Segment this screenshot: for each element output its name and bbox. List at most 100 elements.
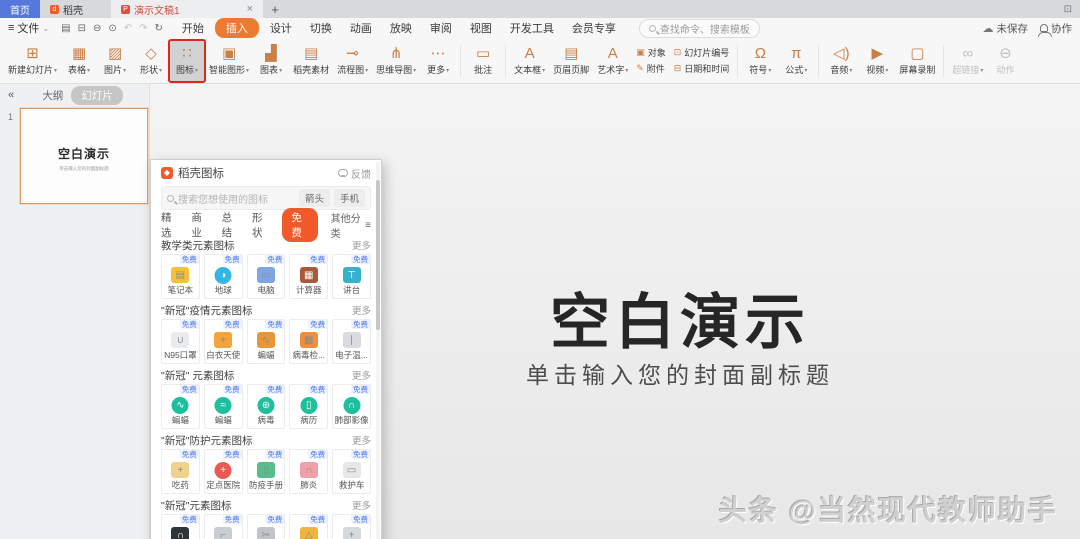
icon-cell[interactable]: 免费⌐体温计	[203, 514, 243, 539]
ribbon-tab-8[interactable]: 开发工具	[503, 19, 561, 37]
category-other[interactable]: 其他分类 ≡	[331, 210, 371, 240]
slide-title-text[interactable]: 空白演示	[400, 274, 960, 361]
save-icon[interactable]: ▤	[61, 23, 70, 34]
more-link[interactable]: 更多	[352, 368, 371, 382]
ribbon-tab-6[interactable]: 审阅	[423, 19, 459, 37]
toolbar-item-date-time[interactable]: ⊟ 日期和时间	[674, 62, 730, 75]
ribbon-tab-0[interactable]: 开始	[175, 19, 211, 37]
toolbar-item-slide-number[interactable]: ⊡ 幻灯片编号	[674, 46, 730, 59]
search-tag-0[interactable]: 箭头	[298, 189, 330, 207]
icon-cell[interactable]: 免费+医护人员	[332, 514, 371, 539]
icon-search-box[interactable]: 搜索您想使用的图标 箭头 手机	[161, 186, 371, 210]
toolbar-item-chart[interactable]: ▟ 图表▾	[253, 40, 289, 82]
icon-cell[interactable]: 免费 ∪ N95口罩	[161, 319, 200, 364]
icon-cell[interactable]: 免费∩X光片	[161, 514, 200, 539]
toolbar-item-screen-record[interactable]: ▢ 屏幕录制	[895, 40, 939, 82]
icon-cell[interactable]: 免费 ▭ 电脑	[246, 254, 286, 299]
preview-icon[interactable]: ⊙	[108, 23, 116, 34]
tab-home[interactable]: 首页	[0, 0, 40, 18]
ribbon-tab-7[interactable]: 视图	[463, 19, 499, 37]
icon-cell[interactable]: 免费 ⊕ 病毒	[246, 384, 286, 429]
ribbon-tab-2[interactable]: 设计	[263, 19, 299, 37]
undo-icon[interactable]: ↶	[124, 23, 132, 34]
ribbon-tab-4[interactable]: 动画	[343, 19, 379, 37]
redo-icon[interactable]: ↷	[139, 23, 147, 34]
category-0[interactable]: 精选	[161, 210, 178, 240]
collaborate-button[interactable]: 协作	[1038, 21, 1072, 37]
icon-cell[interactable]: 免费 ∿ 蝙蝠	[246, 319, 286, 364]
collapse-sidebar-icon[interactable]: «	[8, 89, 14, 101]
tab-docer[interactable]: d 稻壳	[40, 0, 93, 18]
print-icon[interactable]: ⊟	[78, 23, 86, 34]
save-status[interactable]: ☁ 未保存	[983, 21, 1029, 36]
slide-thumbnail[interactable]: 空白演示 单击输入您的封面副标题	[20, 108, 148, 204]
toolbar-item-table[interactable]: ▦ 表格▾	[61, 40, 97, 82]
more-link[interactable]: 更多	[352, 433, 371, 447]
slide-subtitle-text[interactable]: 单击输入您的封面副标题	[400, 356, 960, 390]
toolbar-item-more[interactable]: ⋯ 更多▾	[420, 40, 456, 82]
file-menu-button[interactable]: ≡ 文件 ⌄	[8, 20, 49, 36]
toolbar-item-video[interactable]: ▶ 视频▾	[859, 40, 895, 82]
panel-scrollbar[interactable]	[376, 162, 380, 539]
export-icon[interactable]: ⊖	[93, 23, 101, 34]
toolbar-item-flowchart[interactable]: ⊸ 流程图▾	[333, 40, 372, 82]
icon-cell[interactable]: 免费 ▭ 救护车	[332, 449, 371, 494]
toolbar-item-new-slide[interactable]: ⊞ 新建幻灯片▾	[4, 40, 61, 82]
icon-cell[interactable]: 免费 ≈ 蝙蝠	[203, 384, 243, 429]
search-tag-1[interactable]: 手机	[333, 189, 365, 207]
toolbar-item-object[interactable]: ▣ 对象	[636, 46, 666, 59]
icon-cell[interactable]: 免费 ▦ 计算器	[289, 254, 329, 299]
more-link[interactable]: 更多	[352, 238, 371, 252]
icon-cell[interactable]: 免费△医学实验	[289, 514, 329, 539]
ribbon-tab-9[interactable]: 会员专享	[565, 19, 623, 37]
toolbar-item-formula[interactable]: π 公式▾	[778, 40, 814, 82]
ribbon-tab-1[interactable]: 插入	[214, 18, 259, 38]
toolbar-item-action[interactable]: ⊖ 动作	[987, 40, 1023, 82]
toolbar-item-mindmap[interactable]: ⋔ 思维导图▾	[372, 40, 420, 82]
more-link[interactable]: 更多	[352, 498, 371, 512]
scrollbar-thumb[interactable]	[376, 180, 380, 330]
category-1[interactable]: 商业	[191, 210, 208, 240]
icon-cell[interactable]: 免费 ◑ 地球	[203, 254, 243, 299]
ribbon-tab-5[interactable]: 放映	[383, 19, 419, 37]
window-controls-icon[interactable]: ⊡	[1064, 0, 1072, 18]
icon-cell[interactable]: 免费✂剪刀	[246, 514, 286, 539]
new-tab-button[interactable]: +	[263, 0, 287, 18]
close-tab-icon[interactable]: ×	[247, 3, 253, 15]
toolbar-item-attachment[interactable]: ✎ 附件	[636, 62, 666, 75]
category-3[interactable]: 形状	[252, 210, 269, 240]
category-2[interactable]: 总结	[222, 210, 239, 240]
tab-slides[interactable]: 幻灯片	[71, 85, 123, 105]
category-4[interactable]: 免费	[282, 208, 318, 242]
icon-cell[interactable]: 免费 ▯ 防疫手册	[246, 449, 286, 494]
icon-cell[interactable]: 免费 ∿ 蝙蝠	[161, 384, 200, 429]
toolbar-item-symbol[interactable]: Ω 符号▾	[742, 40, 778, 82]
toolbar-item-textbox[interactable]: A 文本框▾	[510, 40, 549, 82]
icon-cell[interactable]: 免费 ∩ 肺部影像	[332, 384, 371, 429]
toolbar-item-hyperlink[interactable]: ∞ 超链接▾	[948, 40, 987, 82]
toolbar-item-comment[interactable]: ▭ 批注	[465, 40, 501, 82]
feedback-button[interactable]: 反馈	[338, 166, 371, 181]
tab-document[interactable]: P 演示文稿1 ×	[111, 0, 263, 18]
icon-cell[interactable]: 免费 ∣ 电子温...	[332, 319, 371, 364]
icon-cell[interactable]: 免费 ▩ 病毒检...	[289, 319, 329, 364]
icon-cell[interactable]: 免费 + 白衣天使	[203, 319, 243, 364]
icon-cell[interactable]: 免费 ▯ 病历	[289, 384, 329, 429]
icon-cell[interactable]: 免费 ∩ 肺炎	[289, 449, 329, 494]
tab-outline[interactable]: 大纲	[42, 88, 63, 103]
refresh-icon[interactable]: ↻	[155, 23, 163, 34]
toolbar-item-icons[interactable]: ∷ 图标▾	[168, 38, 207, 83]
toolbar-item-audio[interactable]: ◁) 音频▾	[823, 40, 859, 82]
toolbar-item-header-footer[interactable]: ▤ 页眉页脚	[549, 40, 593, 82]
more-link[interactable]: 更多	[352, 303, 371, 317]
icon-cell[interactable]: 免费 + 定点医院	[203, 449, 243, 494]
icon-cell[interactable]: 免费 ⊤ 讲台	[332, 254, 371, 299]
toolbar-item-smartart[interactable]: ▣ 智能图形▾	[205, 40, 253, 82]
icon-cell[interactable]: 免费 + 吃药	[161, 449, 200, 494]
ribbon-tab-3[interactable]: 切换	[303, 19, 339, 37]
toolbar-item-picture[interactable]: ▨ 图片▾	[97, 40, 133, 82]
toolbar-item-wordart[interactable]: A 艺术字▾	[593, 40, 632, 82]
command-search-box[interactable]: 查找命令、搜索模板	[638, 18, 760, 38]
toolbar-item-docer-assets[interactable]: ▤ 稻壳素材	[289, 40, 333, 82]
icon-cell[interactable]: 免费 ▤ 笔记本	[161, 254, 200, 299]
